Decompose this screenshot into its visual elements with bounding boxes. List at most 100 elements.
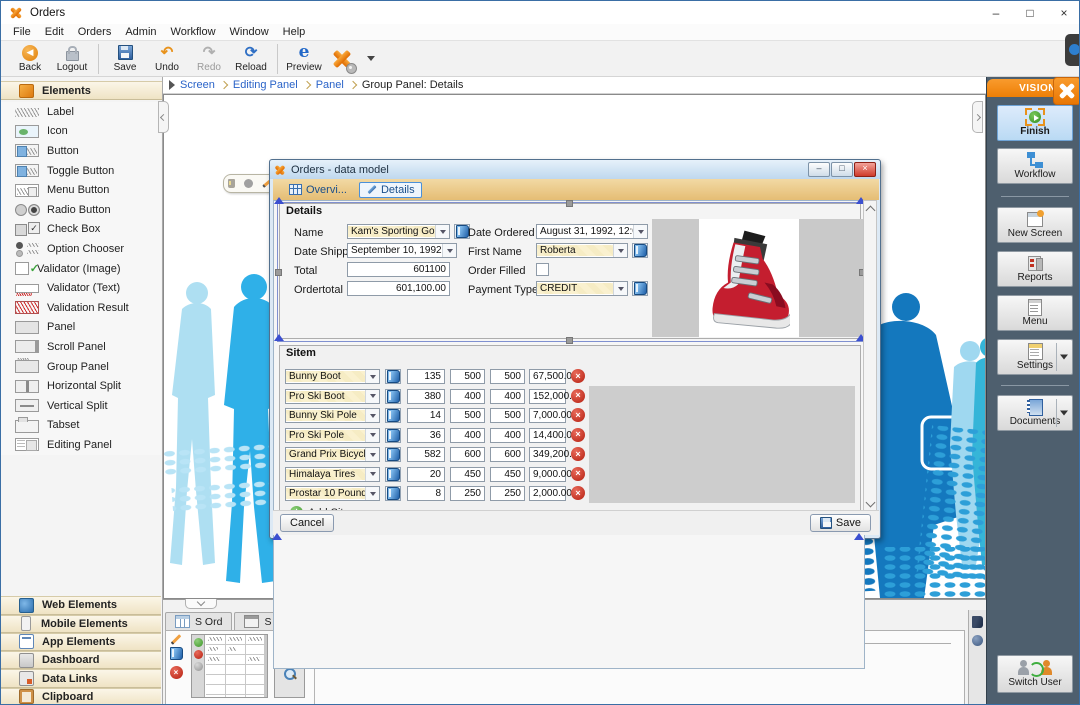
- qty-field[interactable]: 8: [407, 486, 445, 501]
- palette-item-menu-button[interactable]: Menu Button: [1, 180, 161, 200]
- menu-workflow[interactable]: Workflow: [164, 26, 223, 38]
- delete-row-button[interactable]: ×: [571, 369, 585, 383]
- element-options-icon[interactable]: [244, 179, 253, 188]
- palette-item-check-box[interactable]: Check Box: [1, 220, 161, 240]
- delete-row-button[interactable]: ×: [571, 467, 585, 481]
- menu-admin[interactable]: Admin: [118, 26, 163, 38]
- product-lookup-button[interactable]: [385, 467, 401, 482]
- selection-handle[interactable]: [275, 269, 282, 276]
- palette-item-button[interactable]: Button: [1, 141, 161, 161]
- palette-item-panel[interactable]: Panel: [1, 318, 161, 338]
- price-field[interactable]: 400: [450, 389, 485, 404]
- payment-type-lookup-button[interactable]: [632, 281, 648, 296]
- dialog-maximize-button[interactable]: □: [831, 162, 853, 177]
- price2-field[interactable]: 500: [490, 408, 525, 423]
- back-button[interactable]: ◀ Back: [9, 42, 51, 76]
- delete-row-button[interactable]: ×: [571, 447, 585, 461]
- selection-handle[interactable]: [854, 533, 864, 540]
- vision-x-logo[interactable]: [1053, 77, 1080, 105]
- qty-field[interactable]: 380: [407, 389, 445, 404]
- mobile-elements-header[interactable]: Mobile Elements: [1, 615, 161, 633]
- delete-row-button[interactable]: ×: [571, 486, 585, 500]
- maximize-button[interactable]: □: [1013, 1, 1047, 24]
- save-button[interactable]: Save: [104, 42, 146, 76]
- app-elements-header[interactable]: App Elements: [1, 633, 161, 651]
- qty-field[interactable]: 582: [407, 447, 445, 462]
- palette-item-horizontal-split[interactable]: Horizontal Split: [1, 376, 161, 396]
- palette-item-validation-result[interactable]: Validation Result: [1, 298, 161, 318]
- sitem-group-panel[interactable]: Sitem Bunny Boot 135 500 500 67,500.00 ×…: [279, 345, 861, 513]
- collapsed-panel-handle[interactable]: [1065, 34, 1079, 66]
- dialog-save-button[interactable]: Save: [810, 514, 871, 532]
- price-field[interactable]: 450: [450, 467, 485, 482]
- minimize-button[interactable]: –: [979, 1, 1013, 24]
- menu-help[interactable]: Help: [276, 26, 313, 38]
- qty-field[interactable]: 135: [407, 369, 445, 384]
- delete-row-button[interactable]: ×: [571, 408, 585, 422]
- price-field[interactable]: 600: [450, 447, 485, 462]
- globe-icon[interactable]: [972, 635, 983, 646]
- product-lookup-button[interactable]: [385, 447, 401, 462]
- price-field[interactable]: 500: [450, 408, 485, 423]
- qty-field[interactable]: 20: [407, 467, 445, 482]
- date-shipped-combo[interactable]: September 10, 1992, 12:00: [347, 243, 457, 258]
- product-combo[interactable]: Pro Ski Boot: [285, 389, 380, 404]
- clipboard-header[interactable]: Clipboard: [1, 688, 161, 705]
- preview-button[interactable]: e Preview: [283, 42, 325, 76]
- undo-button[interactable]: ↶ Undo: [146, 42, 188, 76]
- price2-field[interactable]: 450: [490, 467, 525, 482]
- product-lookup-button[interactable]: [385, 486, 401, 501]
- palette-item-validator-image[interactable]: Validator (Image): [1, 259, 161, 279]
- breadcrumb-screen[interactable]: Screen: [180, 79, 215, 91]
- dialog-scrollbar[interactable]: [863, 200, 877, 513]
- book-icon[interactable]: [170, 647, 183, 660]
- ordertotal-field[interactable]: 601,100.00: [347, 281, 450, 296]
- tab-overview[interactable]: Overvi...: [283, 183, 353, 197]
- tab-details[interactable]: Details: [359, 182, 422, 198]
- right-collapse-handle[interactable]: [972, 101, 983, 133]
- palette-item-vertical-split[interactable]: Vertical Split: [1, 396, 161, 416]
- first-name-combo[interactable]: Roberta: [536, 243, 628, 258]
- price-field[interactable]: 400: [450, 428, 485, 443]
- date-ordered-combo[interactable]: August 31, 1992, 12:00 AM: [536, 224, 648, 239]
- selection-handle[interactable]: [272, 533, 282, 540]
- price2-field[interactable]: 500: [490, 369, 525, 384]
- breadcrumb-panel[interactable]: Panel: [316, 79, 344, 91]
- web-elements-header[interactable]: Web Elements: [1, 596, 161, 614]
- qty-field[interactable]: 36: [407, 428, 445, 443]
- menu-file[interactable]: File: [6, 26, 38, 38]
- data-links-header[interactable]: Data Links: [1, 669, 161, 687]
- total-field[interactable]: 2,000.00: [529, 486, 566, 501]
- documents-button[interactable]: Documents: [997, 395, 1073, 431]
- palette-item-toggle-button[interactable]: Toggle Button: [1, 161, 161, 181]
- price2-field[interactable]: 400: [490, 428, 525, 443]
- reports-button[interactable]: Reports: [997, 251, 1073, 287]
- sidebar-collapse-handle[interactable]: [158, 101, 169, 133]
- payment-type-combo[interactable]: CREDIT: [536, 281, 628, 296]
- price-field[interactable]: 250: [450, 486, 485, 501]
- delete-row-button[interactable]: ×: [571, 428, 585, 442]
- details-group-panel[interactable]: Details Name Kam's Sporting Good Date Or…: [279, 203, 861, 339]
- menu-edit[interactable]: Edit: [38, 26, 71, 38]
- total-field[interactable]: 67,500.00: [529, 369, 566, 384]
- switch-user-button[interactable]: Switch User: [997, 655, 1073, 693]
- total-field[interactable]: 14,400.00: [529, 428, 566, 443]
- dropdown-icon[interactable]: [1060, 355, 1068, 360]
- remove-icon[interactable]: ×: [170, 666, 183, 679]
- total-field[interactable]: 7,000.00: [529, 408, 566, 423]
- selection-handle[interactable]: [274, 334, 284, 341]
- first-name-lookup-button[interactable]: [632, 243, 648, 258]
- menu-window[interactable]: Window: [223, 26, 276, 38]
- palette-item-group-panel[interactable]: Group Panel: [1, 357, 161, 377]
- tab-s-ord[interactable]: S Ord: [165, 612, 232, 630]
- price2-field[interactable]: 250: [490, 486, 525, 501]
- edit-icon[interactable]: [171, 634, 182, 645]
- price2-field[interactable]: 400: [490, 389, 525, 404]
- cancel-button[interactable]: Cancel: [280, 514, 334, 532]
- palette-item-tabset[interactable]: Tabset: [1, 416, 161, 436]
- palette-item-validator-text[interactable]: Validator (Text): [1, 278, 161, 298]
- dialog-minimize-button[interactable]: –: [808, 162, 830, 177]
- product-lookup-button[interactable]: [385, 428, 401, 443]
- order-filled-checkbox[interactable]: [536, 263, 549, 276]
- delete-element-icon[interactable]: [228, 179, 235, 188]
